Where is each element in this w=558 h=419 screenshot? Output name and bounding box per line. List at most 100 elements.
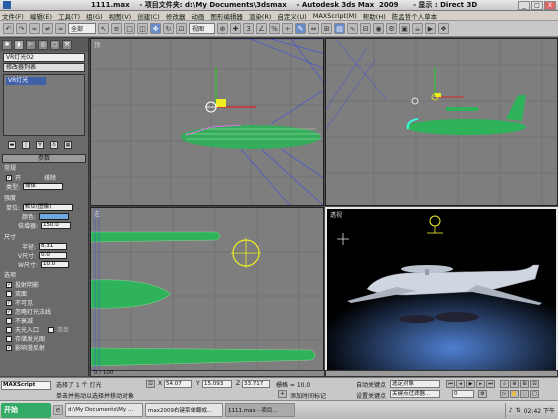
taskbar-item[interactable]: d:\My Documents\My ... xyxy=(65,403,143,417)
layer-icon[interactable]: ▤ xyxy=(334,23,345,34)
curve-editor-icon[interactable]: ∿ xyxy=(347,23,358,34)
track-bar[interactable] xyxy=(325,370,558,377)
time-config-icon[interactable]: ⚙ xyxy=(478,390,487,398)
exclude-button[interactable]: 排除 xyxy=(44,173,56,182)
simple-checkbox[interactable] xyxy=(48,326,55,333)
zoom-icon[interactable]: ⌕ xyxy=(500,380,509,388)
hierarchy-tab-icon[interactable]: ⊢ xyxy=(26,40,36,50)
remove-modifier-icon[interactable]: ♁ xyxy=(50,141,58,149)
menu-file[interactable]: 文件(F) xyxy=(2,11,24,21)
rendered-frame-icon[interactable]: ▣ xyxy=(399,23,410,34)
create-tab-icon[interactable]: ✱ xyxy=(2,40,12,50)
previous-frame-icon[interactable]: ◂ xyxy=(456,380,465,388)
render-setup-icon[interactable]: ⚙ xyxy=(386,23,397,34)
network-icon[interactable]: ⇅ xyxy=(516,407,521,414)
taskbar-item[interactable]: 1111.max - 项目... xyxy=(225,403,295,417)
move-icon[interactable]: ✥ xyxy=(150,23,161,34)
bind-icon[interactable]: ≈ xyxy=(55,23,66,34)
key-filters-button[interactable]: 关键点过滤器... xyxy=(390,390,440,398)
w-size-input[interactable]: 10.0 xyxy=(40,261,69,268)
viewport-label[interactable]: 左 xyxy=(94,209,100,218)
zoom-extents-all-icon[interactable]: ⊟ xyxy=(530,380,539,388)
close-button[interactable]: X xyxy=(544,0,556,10)
next-frame-icon[interactable]: ▸ xyxy=(476,380,485,388)
menu-group[interactable]: 组(G) xyxy=(86,11,103,21)
on-checkbox[interactable]: ✓ xyxy=(6,174,12,181)
double-sided-checkbox[interactable] xyxy=(6,290,12,297)
quick-render-icon[interactable]: ▶ xyxy=(425,23,436,34)
menu-animation[interactable]: 动画 xyxy=(191,11,204,21)
schematic-icon[interactable]: ⊟ xyxy=(360,23,371,34)
lock-selection-icon[interactable]: ⊡ xyxy=(146,380,155,388)
zoom-all-icon[interactable]: ⊕ xyxy=(510,380,519,388)
maximize-button[interactable]: □ xyxy=(531,0,543,10)
light-color-swatch[interactable] xyxy=(39,213,70,220)
link-icon[interactable]: ∞ xyxy=(29,23,40,34)
cast-shadows-checkbox[interactable]: ✓ xyxy=(6,281,12,288)
modifier-stack-item[interactable]: VR灯光 xyxy=(6,77,46,85)
viewport-label[interactable]: 透视 xyxy=(330,210,342,219)
affect-diffuse-checkbox[interactable]: ✓ xyxy=(6,344,12,351)
maxscript-listener[interactable]: MAXScript xyxy=(1,381,51,390)
snap-icon[interactable]: 3 xyxy=(243,23,254,34)
time-slider[interactable]: 0 / 100 xyxy=(90,370,325,377)
render-icon[interactable]: ☕ xyxy=(412,23,423,34)
go-to-start-icon[interactable]: ⏮ xyxy=(446,380,455,388)
modifier-list-dropdown[interactable]: 修改器列表 xyxy=(3,63,85,72)
add-time-tag-icon[interactable]: + xyxy=(278,390,287,398)
radius-input[interactable]: 8.31 xyxy=(39,243,68,250)
menu-custom[interactable]: 陈孟哲个人草本 xyxy=(392,11,438,21)
maximize-viewport-icon[interactable]: □ xyxy=(530,390,539,398)
x-coordinate-input[interactable]: 54.07 xyxy=(164,380,192,388)
unlink-icon[interactable]: ≠ xyxy=(42,23,53,34)
angle-snap-icon[interactable]: ∠ xyxy=(256,23,267,34)
undo-icon[interactable]: ↶ xyxy=(3,23,14,34)
taskbar-item[interactable]: max2009右键菜单翻成... xyxy=(145,403,223,417)
pivot-icon[interactable]: ⊕ xyxy=(217,23,228,34)
menu-maxscript[interactable]: MAXScript(M) xyxy=(313,12,357,20)
rect-select-icon[interactable]: □ xyxy=(124,23,135,34)
select-icon[interactable]: ↖ xyxy=(98,23,109,34)
select-by-name-icon[interactable]: ≡ xyxy=(111,23,122,34)
menu-rendering[interactable]: 渲染(R) xyxy=(249,11,272,21)
align-icon[interactable]: ⊞ xyxy=(321,23,332,34)
object-name-field[interactable]: VR灯光02 xyxy=(3,53,85,62)
ignore-normals-checkbox[interactable]: ✓ xyxy=(6,308,12,315)
selection-set-dropdown[interactable]: 选定对象 xyxy=(390,380,440,388)
menu-help[interactable]: 帮助(H) xyxy=(363,11,386,21)
material-editor-icon[interactable]: ◉ xyxy=(373,23,384,34)
add-time-tag-label[interactable]: 添加时间标记 xyxy=(290,391,326,400)
menu-tools[interactable]: 工具(T) xyxy=(58,11,80,21)
viewport-label[interactable]: 顶 xyxy=(94,40,100,49)
show-end-result-icon[interactable]: | xyxy=(22,141,30,149)
manipulate-icon[interactable]: ✚ xyxy=(230,23,241,34)
menu-graph-editors[interactable]: 图形编辑器 xyxy=(210,11,243,21)
type-dropdown[interactable]: 球体 xyxy=(23,183,64,190)
invisible-checkbox[interactable]: ✓ xyxy=(6,299,12,306)
menu-edit[interactable]: 编辑(E) xyxy=(30,11,52,21)
percent-snap-icon[interactable]: % xyxy=(269,23,280,34)
window-crossing-icon[interactable]: ◫ xyxy=(137,23,148,34)
no-decay-checkbox[interactable] xyxy=(6,317,12,324)
play-icon[interactable]: ▶ xyxy=(466,380,475,388)
motion-tab-icon[interactable]: ◎ xyxy=(38,40,48,50)
reference-coord-dropdown[interactable]: 视图 xyxy=(189,23,215,34)
menu-create[interactable]: 创建(C) xyxy=(137,11,160,21)
selection-filter-dropdown[interactable]: 全部 xyxy=(68,23,96,34)
extra-icon[interactable]: ❖ xyxy=(438,23,449,34)
go-to-end-icon[interactable]: ⏭ xyxy=(486,380,495,388)
menu-modifiers[interactable]: 修改器 xyxy=(166,11,186,21)
y-coordinate-input[interactable]: 15.093 xyxy=(202,380,232,388)
quick-launch-icon[interactable]: e xyxy=(53,405,63,415)
volume-icon[interactable]: ♪ xyxy=(509,407,513,414)
rotate-icon[interactable]: ↻ xyxy=(163,23,174,34)
minimize-button[interactable]: _ xyxy=(518,0,530,10)
store-irradiance-checkbox[interactable] xyxy=(6,335,12,342)
multiplier-input[interactable]: 150.0 xyxy=(41,222,72,229)
menu-views[interactable]: 视图(V) xyxy=(109,11,132,21)
spinner-snap-icon[interactable]: ÷ xyxy=(282,23,293,34)
utilities-tab-icon[interactable]: ⚒ xyxy=(62,40,72,50)
viewport-left[interactable]: 左 xyxy=(90,207,324,376)
current-frame-input[interactable]: 0 xyxy=(452,390,474,398)
pan-icon[interactable]: ✋ xyxy=(510,390,519,398)
